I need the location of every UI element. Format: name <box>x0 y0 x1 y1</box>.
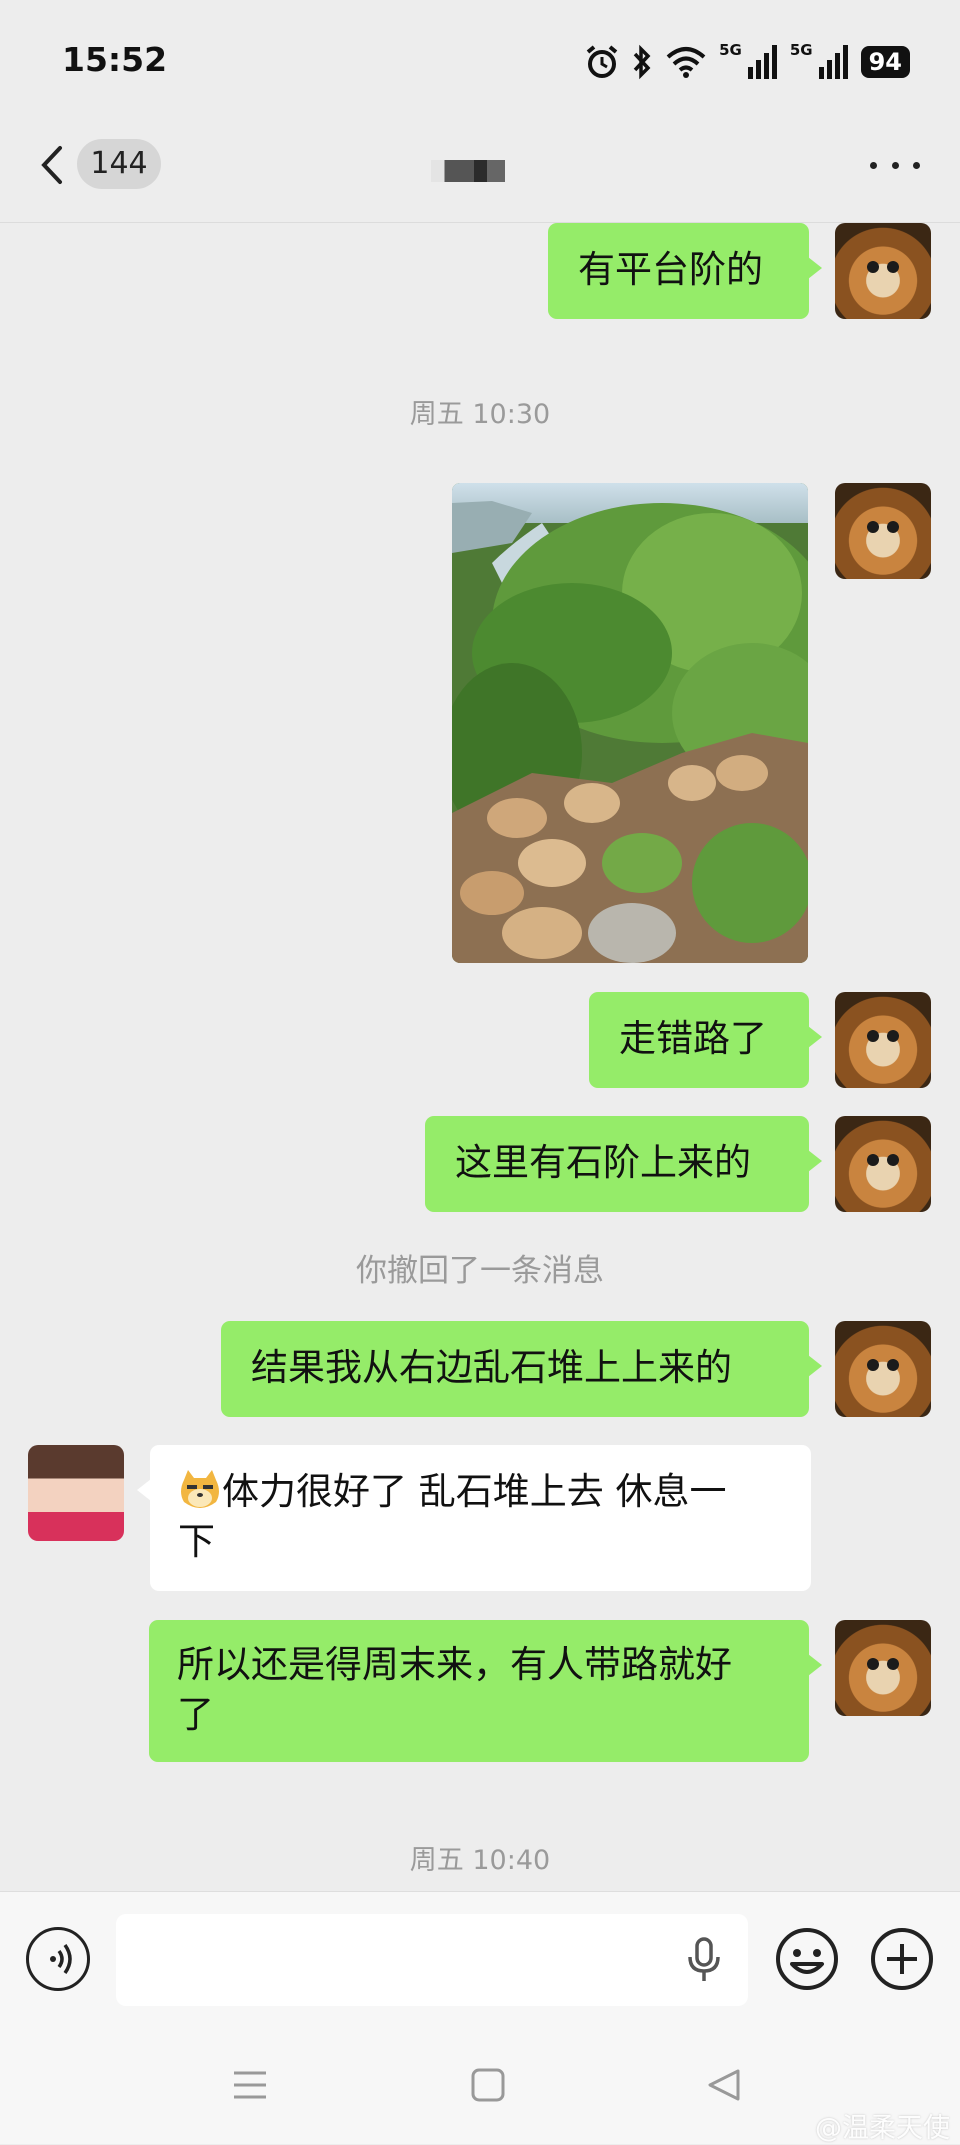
voice-mode-button[interactable] <box>26 1927 90 1991</box>
message-text: 走错路了 <box>619 1017 767 1060</box>
plus-icon[interactable] <box>869 1926 935 1992</box>
my-avatar[interactable] <box>835 1321 931 1417</box>
recalled-message-notice: 你撤回了一条消息 <box>356 1253 604 1289</box>
unread-count-badge[interactable]: 144 <box>77 139 161 189</box>
my-avatar[interactable] <box>835 992 931 1088</box>
alarm-icon <box>586 45 618 78</box>
back-chevron-icon[interactable] <box>30 140 80 190</box>
microphone-icon[interactable] <box>686 1937 722 1983</box>
back-triangle-icon[interactable] <box>706 2067 742 2103</box>
received-message-bubble[interactable]: 体力很好了 乱石堆上去 休息一 下 <box>137 1445 811 1591</box>
mountain-path-photo <box>452 483 808 963</box>
contact-avatar[interactable] <box>28 1445 124 1541</box>
message-text: 所以还是得周末来，有人带路就好 <box>177 1643 732 1686</box>
system-navigation-bar: @温柔天使 <box>0 2031 960 2144</box>
signal-icon-2 <box>818 45 848 79</box>
smiley-icon[interactable] <box>774 1926 840 1992</box>
message-text-input[interactable] <box>116 1914 748 2006</box>
wifi-icon <box>666 47 706 78</box>
message-text: 体力很好了 乱石堆上去 休息一 <box>222 1470 727 1513</box>
sent-photo-message[interactable] <box>452 483 808 963</box>
battery-indicator: 94 <box>860 46 910 78</box>
menu-icon[interactable] <box>232 2067 268 2103</box>
status-time: 15:52 <box>62 40 168 79</box>
message-text: 下 <box>178 1520 215 1563</box>
my-avatar[interactable] <box>835 483 931 579</box>
timestamp-label: 周五 10:40 <box>409 1845 551 1876</box>
timestamp-label: 周五 10:30 <box>409 399 551 430</box>
message-text: 有平台阶的 <box>578 248 763 291</box>
status-icons: 5G 5G 94 <box>585 40 910 84</box>
message-input-bar <box>0 1891 960 2032</box>
signal-icon-1 <box>747 45 777 79</box>
message-line: 体力很好了 乱石堆上去 休息一 <box>178 1467 785 1517</box>
bluetooth-icon <box>633 44 651 80</box>
sent-message-bubble[interactable]: 有平台阶的 <box>548 223 822 319</box>
my-avatar[interactable] <box>835 1116 931 1212</box>
sent-message-bubble[interactable]: 走错路了 <box>589 992 822 1088</box>
voice-icon <box>50 1943 72 1975</box>
contact-name-redacted <box>431 160 505 182</box>
my-avatar[interactable] <box>835 223 931 319</box>
status-bar: 15:52 5G 5G 94 <box>0 0 960 120</box>
network-type-label-2: 5G <box>789 41 813 59</box>
more-options-icon[interactable] <box>870 150 920 180</box>
doge-emoji-icon <box>181 1470 219 1508</box>
home-square-icon[interactable] <box>470 2067 506 2103</box>
my-avatar[interactable] <box>835 1620 931 1716</box>
message-text: 结果我从右边乱石堆上上来的 <box>251 1346 732 1389</box>
network-type-label-1: 5G <box>719 41 742 59</box>
sent-message-bubble[interactable]: 这里有石阶上来的 <box>425 1116 822 1212</box>
message-text: 了 <box>177 1693 214 1736</box>
sent-message-bubble[interactable]: 结果我从右边乱石堆上上来的 <box>221 1321 822 1417</box>
chat-title-bar: 144 <box>0 120 960 223</box>
message-text: 这里有石阶上来的 <box>455 1141 751 1184</box>
watermark-text: @温柔天使 <box>815 2113 950 2144</box>
sent-message-bubble[interactable]: 所以还是得周末来，有人带路就好 了 <box>149 1620 822 1762</box>
